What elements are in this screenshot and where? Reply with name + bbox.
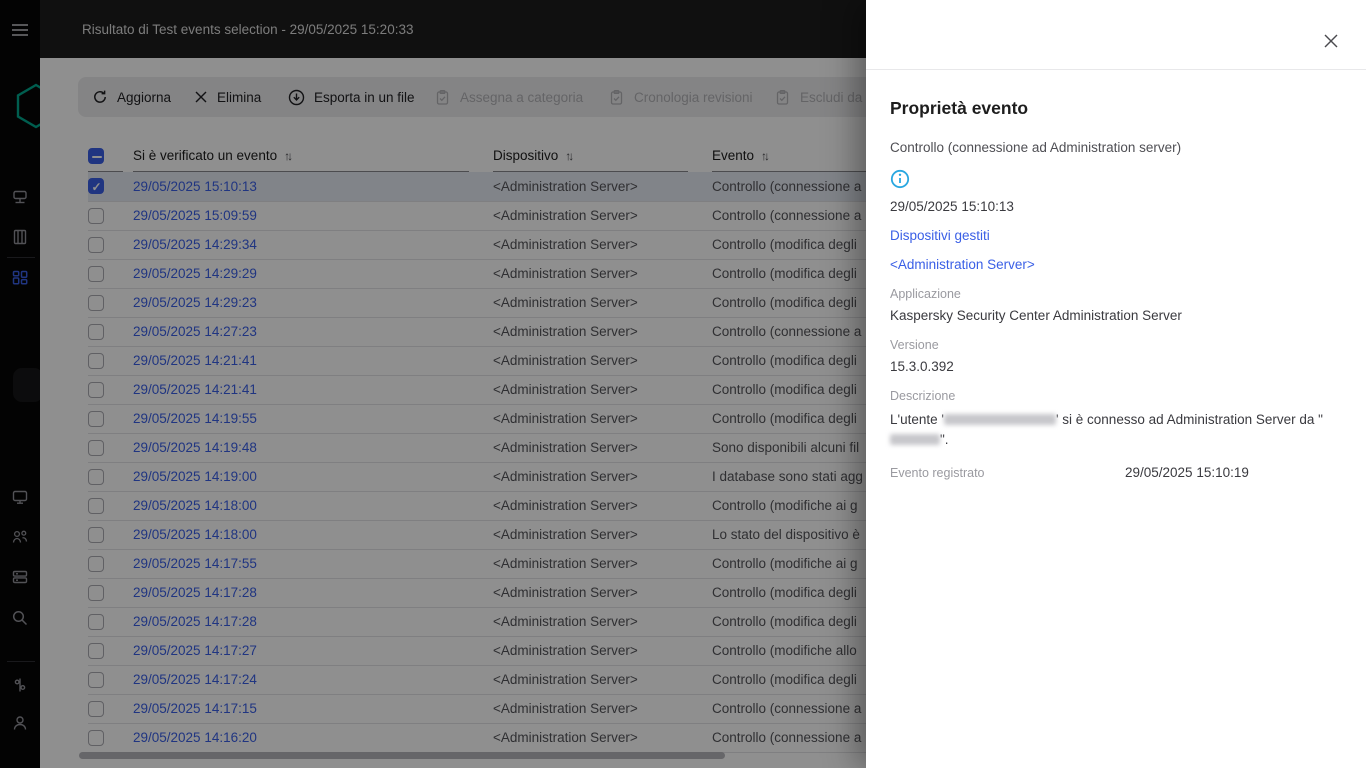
- event-description: L'utente ' ' si è connesso ad Administrat…: [890, 412, 1323, 447]
- event-timestamp: 29/05/2025 15:10:13: [890, 199, 1014, 214]
- administration-server-link[interactable]: <Administration Server>: [890, 257, 1330, 272]
- event-properties-panel: Proprietà evento Controllo (connessione …: [866, 0, 1366, 768]
- redacted-username: [943, 414, 1056, 425]
- redacted-address: [890, 434, 940, 445]
- app-window: Risultato di Test events selection - 29/…: [0, 0, 1366, 768]
- field-label: Descrizione: [890, 389, 956, 403]
- event-type-text: Controllo (connessione ad Administration…: [890, 140, 1182, 155]
- field-label: Versione: [890, 338, 939, 352]
- modal-scrim[interactable]: [0, 0, 866, 768]
- managed-devices-link[interactable]: Dispositivi gestiti: [890, 228, 1330, 243]
- panel-title: Proprietà evento: [890, 98, 1029, 118]
- registered-label: Evento registrato: [890, 466, 985, 480]
- info-icon: [890, 169, 910, 189]
- field-label: Applicazione: [890, 287, 961, 301]
- registered-value: 29/05/2025 15:10:19: [1125, 465, 1249, 480]
- field-value: Kaspersky Security Center Administration…: [890, 308, 1182, 323]
- close-icon[interactable]: [1320, 31, 1342, 53]
- panel-header: [866, 0, 1366, 70]
- event-registered-row: Evento registrato 29/05/2025 15:10:19: [890, 465, 1330, 480]
- field-value: 15.3.0.392: [890, 359, 954, 374]
